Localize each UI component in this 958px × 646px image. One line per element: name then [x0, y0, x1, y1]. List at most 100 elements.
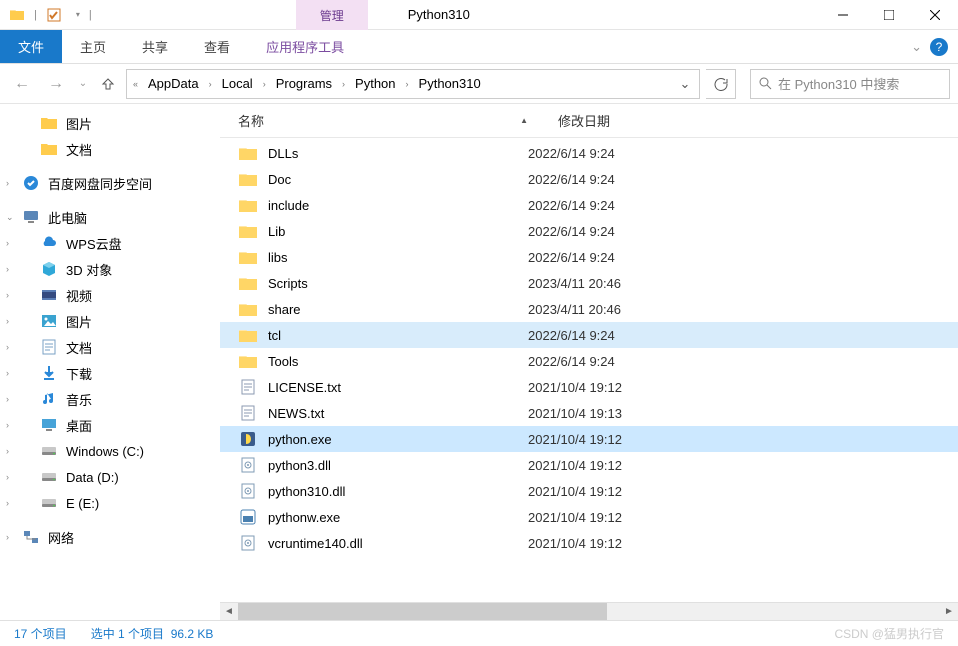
- sidebar-item-thispc[interactable]: ⌄ 此电脑: [0, 204, 220, 230]
- chevron-right-icon[interactable]: ›: [404, 79, 411, 89]
- forward-button[interactable]: →: [42, 70, 70, 98]
- sidebar-item[interactable]: › Data (D:): [0, 464, 220, 490]
- sidebar-item-baidu[interactable]: › 百度网盘同步空间: [0, 170, 220, 196]
- sidebar-item[interactable]: › 文档: [0, 334, 220, 360]
- expand-icon[interactable]: ›: [6, 394, 9, 404]
- sidebar-item[interactable]: › E (E:): [0, 490, 220, 516]
- file-row[interactable]: Scripts 2023/4/11 20:46: [220, 270, 958, 296]
- column-name[interactable]: 名称 ▲: [238, 111, 558, 130]
- sidebar-item[interactable]: › 音乐: [0, 386, 220, 412]
- close-button[interactable]: [912, 0, 958, 30]
- chevron-right-icon[interactable]: ›: [340, 79, 347, 89]
- sidebar-item-label: 文档: [66, 140, 92, 159]
- file-row[interactable]: Doc 2022/6/14 9:24: [220, 166, 958, 192]
- sidebar-item[interactable]: › Windows (C:): [0, 438, 220, 464]
- expand-icon[interactable]: ›: [6, 178, 9, 188]
- chevron-right-icon[interactable]: ›: [261, 79, 268, 89]
- properties-icon[interactable]: [41, 3, 67, 27]
- expand-icon[interactable]: ›: [6, 446, 9, 456]
- ribbon-expand-icon[interactable]: ⌄: [911, 39, 922, 55]
- scroll-left-icon[interactable]: ◄: [220, 603, 238, 620]
- minimize-button[interactable]: [820, 0, 866, 30]
- qat-dropdown-icon[interactable]: ▾: [71, 3, 85, 27]
- ribbon-tab-view[interactable]: 查看: [186, 30, 248, 63]
- file-row[interactable]: include 2022/6/14 9:24: [220, 192, 958, 218]
- folder-icon: [238, 143, 258, 163]
- file-row[interactable]: LICENSE.txt 2021/10/4 19:12: [220, 374, 958, 400]
- sidebar-item[interactable]: › 桌面: [0, 412, 220, 438]
- ribbon-tab-app-tools[interactable]: 应用程序工具: [248, 30, 362, 63]
- recent-dropdown-icon[interactable]: ⌄: [76, 70, 90, 98]
- pic-icon: [40, 312, 58, 330]
- sidebar-item-pictures[interactable]: 图片: [0, 110, 220, 136]
- breadcrumb-programs[interactable]: Programs: [270, 72, 338, 95]
- ribbon-tab-share[interactable]: 共享: [124, 30, 186, 63]
- breadcrumb-python[interactable]: Python: [349, 72, 401, 95]
- sidebar-item[interactable]: › 视频: [0, 282, 220, 308]
- expand-icon[interactable]: ›: [6, 264, 9, 274]
- breadcrumb-root-icon[interactable]: «: [131, 79, 140, 89]
- file-row[interactable]: NEWS.txt 2021/10/4 19:13: [220, 400, 958, 426]
- file-row[interactable]: python.exe 2021/10/4 19:12: [220, 426, 958, 452]
- file-row[interactable]: vcruntime140.dll 2021/10/4 19:12: [220, 530, 958, 556]
- sidebar-item-network[interactable]: › 网络: [0, 524, 220, 550]
- expand-icon[interactable]: ›: [6, 316, 9, 326]
- sidebar-item-documents[interactable]: 文档: [0, 136, 220, 162]
- file-row[interactable]: Tools 2022/6/14 9:24: [220, 348, 958, 374]
- file-row[interactable]: tcl 2022/6/14 9:24: [220, 322, 958, 348]
- expand-icon[interactable]: ›: [6, 498, 9, 508]
- window-title: Python310: [408, 0, 470, 29]
- ribbon-contextual-title: 管理: [296, 0, 368, 30]
- back-button[interactable]: ←: [8, 70, 36, 98]
- breadcrumb-python310[interactable]: Python310: [413, 72, 487, 95]
- sidebar-item[interactable]: › 3D 对象: [0, 256, 220, 282]
- expand-icon[interactable]: ›: [6, 472, 9, 482]
- help-icon[interactable]: ?: [930, 38, 948, 56]
- sidebar-item-label: 图片: [66, 114, 92, 133]
- file-row[interactable]: DLLs 2022/6/14 9:24: [220, 140, 958, 166]
- sidebar-item[interactable]: › 下载: [0, 360, 220, 386]
- search-input[interactable]: 在 Python310 中搜索: [750, 69, 950, 99]
- sidebar-item-label: Data (D:): [66, 470, 119, 485]
- scroll-right-icon[interactable]: ►: [940, 603, 958, 620]
- ribbon-tab-home[interactable]: 主页: [62, 30, 124, 63]
- file-row[interactable]: pythonw.exe 2021/10/4 19:12: [220, 504, 958, 530]
- address-dropdown-icon[interactable]: ⌄: [675, 76, 695, 92]
- scrollbar-thumb[interactable]: [238, 603, 607, 620]
- file-row[interactable]: Lib 2022/6/14 9:24: [220, 218, 958, 244]
- exe-icon: [238, 429, 258, 449]
- expand-icon[interactable]: ›: [6, 368, 9, 378]
- folder-icon[interactable]: [4, 3, 30, 27]
- expand-icon[interactable]: ›: [6, 238, 9, 248]
- column-date[interactable]: 修改日期: [558, 111, 610, 130]
- ribbon-file-tab[interactable]: 文件: [0, 30, 62, 63]
- sidebar-item[interactable]: › 图片: [0, 308, 220, 334]
- file-name: NEWS.txt: [268, 406, 324, 421]
- expand-icon[interactable]: ›: [6, 420, 9, 430]
- sidebar-item[interactable]: › WPS云盘: [0, 230, 220, 256]
- refresh-button[interactable]: [706, 69, 736, 99]
- up-button[interactable]: [96, 72, 120, 96]
- sidebar-item-label: WPS云盘: [66, 234, 122, 253]
- file-date: 2023/4/11 20:46: [528, 276, 621, 291]
- network-icon: [22, 528, 40, 546]
- expand-icon[interactable]: ›: [6, 532, 9, 542]
- expand-icon[interactable]: ›: [6, 342, 9, 352]
- maximize-button[interactable]: [866, 0, 912, 30]
- collapse-icon[interactable]: ⌄: [6, 212, 14, 223]
- breadcrumb-local[interactable]: Local: [216, 72, 259, 95]
- file-row[interactable]: libs 2022/6/14 9:24: [220, 244, 958, 270]
- ribbon: 文件 主页 共享 查看 应用程序工具 ⌄ ?: [0, 30, 958, 64]
- file-date: 2021/10/4 19:12: [528, 536, 622, 551]
- statusbar: 17 个项目 选中 1 个项目 96.2 KB CSDN @猛男执行官: [0, 620, 958, 646]
- file-list[interactable]: DLLs 2022/6/14 9:24 Doc 2022/6/14 9:24 i…: [220, 138, 958, 602]
- file-name: vcruntime140.dll: [268, 536, 363, 551]
- file-row[interactable]: python3.dll 2021/10/4 19:12: [220, 452, 958, 478]
- chevron-right-icon[interactable]: ›: [207, 79, 214, 89]
- address-bar[interactable]: « AppData › Local › Programs › Python › …: [126, 69, 700, 99]
- file-row[interactable]: python310.dll 2021/10/4 19:12: [220, 478, 958, 504]
- expand-icon[interactable]: ›: [6, 290, 9, 300]
- file-row[interactable]: share 2023/4/11 20:46: [220, 296, 958, 322]
- horizontal-scrollbar[interactable]: ◄ ►: [220, 602, 958, 620]
- breadcrumb-appdata[interactable]: AppData: [142, 72, 205, 95]
